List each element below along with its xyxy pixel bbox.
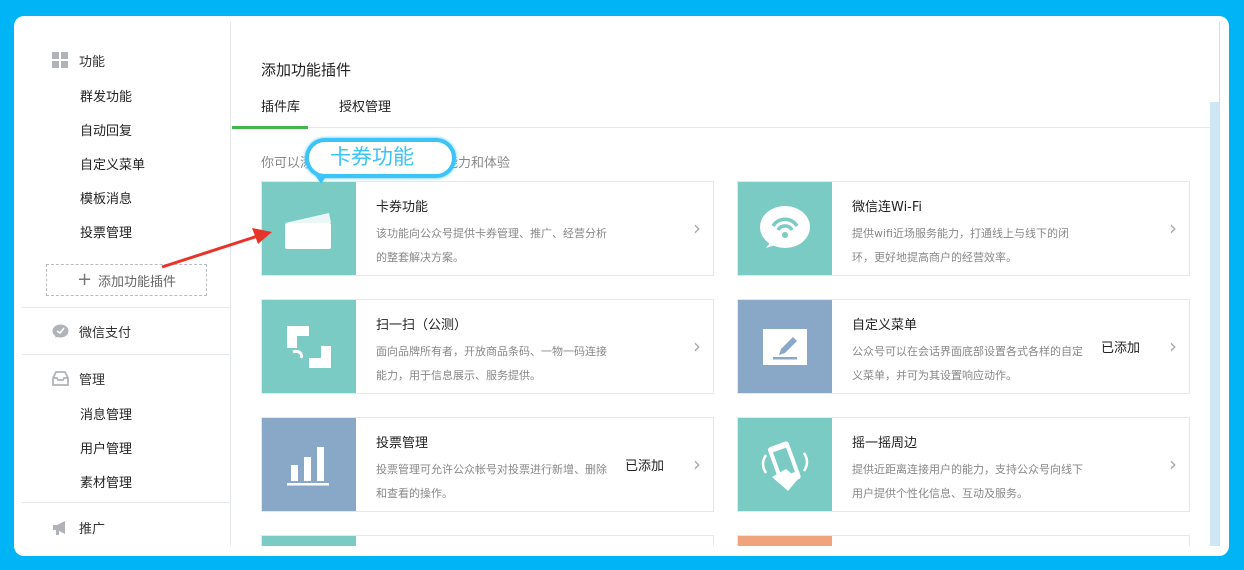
plugin-card-partial[interactable] [737,535,1190,546]
main-panel: 添加功能插件 插件库 授权管理 你可以添富公众号能力和体验 卡券功能 该功能向公… [232,22,1219,546]
chevron-right-icon: › [693,334,701,358]
plugin-description: 投票管理可允许公众帐号对投票进行新增、删除和查看的操作。 [376,463,607,500]
chevron-right-icon: › [693,216,701,240]
plugin-card-coupon[interactable]: 卡券功能 该功能向公众号提供卡券管理、推广、经营分析的整套解决方案。 › [261,181,714,276]
sidebar-item-message-manage[interactable]: 消息管理 [80,404,132,423]
sidebar-section-features[interactable]: 功能 [52,50,105,70]
tab-bar: 插件库 授权管理 [232,92,1219,129]
chevron-right-icon: › [1169,334,1177,358]
plugin-thumb [262,536,356,546]
plugin-description: 公众号可以在会话界面底部设置各式各样的自定义菜单，并可为其设置响应动作。 [852,345,1083,382]
plugin-card-vote[interactable]: 投票管理 投票管理可允许公众帐号对投票进行新增、删除和查看的操作。 已添加 › [261,417,714,512]
plugin-description: 提供近距离连接用户的能力，支持公众号向线下用户提供个性化信息、互动及服务。 [852,463,1083,500]
plugin-title: 投票管理 [376,436,429,451]
plugin-title: 卡券功能 [376,200,429,215]
tab-authorization[interactable]: 授权管理 [339,92,391,128]
plugin-description: 该功能向公众号提供卡券管理、推广、经营分析的整套解决方案。 [376,227,607,264]
plugin-card-shake[interactable]: 摇一摇周边 提供近距离连接用户的能力，支持公众号向线下用户提供个性化信息、互动及… [737,417,1190,512]
plugin-card-partial[interactable] [261,535,714,546]
plugin-card-wifi[interactable]: 微信连Wi-Fi 提供wifi近场服务能力，打通线上与线下的闭环，更好地提高商户… [737,181,1190,276]
sidebar-item-vote-manage[interactable]: 投票管理 [80,222,132,241]
plugin-card-custom-menu[interactable]: 自定义菜单 公众号可以在会话界面底部设置各式各样的自定义菜单，并可为其设置响应动… [737,299,1190,394]
sidebar: 功能 群发功能 自动回复 自定义菜单 模板消息 投票管理 + 添加功能插件 微信… [22,22,231,546]
chevron-right-icon: › [1169,452,1177,476]
sidebar-item-material-manage[interactable]: 素材管理 [80,472,132,491]
added-status-label: 已添加 [1101,341,1141,356]
sidebar-section-promote[interactable]: 推广 [52,517,105,537]
chevron-right-icon: › [693,452,701,476]
plugin-description: 提供wifi近场服务能力，打通线上与线下的闭环，更好地提高商户的经营效率。 [852,227,1069,264]
shake-phone-icon [738,418,832,511]
sidebar-item-user-manage[interactable]: 用户管理 [80,438,132,457]
page-title: 添加功能插件 [261,61,352,79]
sidebar-section-manage[interactable]: 管理 [52,368,105,388]
app-content: 功能 群发功能 自动回复 自定义菜单 模板消息 投票管理 + 添加功能插件 微信… [22,22,1220,546]
sidebar-section-label: 管理 [79,372,106,388]
sidebar-item-mass-send[interactable]: 群发功能 [80,86,132,105]
sidebar-item-custom-menu[interactable]: 自定义菜单 [80,154,145,173]
plugin-title: 摇一摇周边 [852,436,918,451]
sidebar-section-label: 推广 [79,521,106,537]
add-plugin-label: 添加功能插件 [98,274,177,290]
plus-icon: + [76,269,93,290]
sidebar-section-label: 功能 [79,54,106,70]
bar-chart-icon [262,418,356,511]
edit-icon [738,300,832,393]
added-status-label: 已添加 [625,459,665,474]
grid-icon [52,51,69,69]
scan-icon [262,300,356,393]
sidebar-item-auto-reply[interactable]: 自动回复 [80,120,132,139]
sidebar-section-label: 微信支付 [79,325,132,341]
sidebar-item-template-message[interactable]: 模板消息 [80,188,132,207]
wifi-icon [738,182,832,275]
tab-plugin-library[interactable]: 插件库 [232,92,308,129]
sidebar-section-wechat-pay[interactable]: 微信支付 [52,321,131,341]
plugin-title: 扫一扫（公测） [376,318,468,333]
chevron-right-icon: › [1169,216,1177,240]
card-icon [262,182,356,275]
sidebar-divider [22,354,231,355]
plugin-title: 微信连Wi-Fi [852,200,923,215]
sidebar-divider [22,307,231,308]
scrollbar[interactable] [1210,102,1219,546]
plugin-card-scan[interactable]: 扫一扫（公测） 面向品牌所有者，开放商品条码、一物一码连接能力，用于信息展示、服… [261,299,714,394]
plugin-description: 面向品牌所有者，开放商品条码、一物一码连接能力，用于信息展示、服务提供。 [376,345,607,382]
sidebar-divider [22,502,231,503]
inbox-icon [52,370,69,387]
callout-label: 卡券功能 [330,145,414,169]
app-frame: 功能 群发功能 自动回复 自定义菜单 模板消息 投票管理 + 添加功能插件 微信… [14,16,1229,556]
wechat-pay-icon [52,323,69,340]
plugin-title: 自定义菜单 [852,318,918,333]
add-plugin-button[interactable]: + 添加功能插件 [46,264,207,296]
plugin-thumb [738,536,832,546]
megaphone-icon [52,519,69,536]
